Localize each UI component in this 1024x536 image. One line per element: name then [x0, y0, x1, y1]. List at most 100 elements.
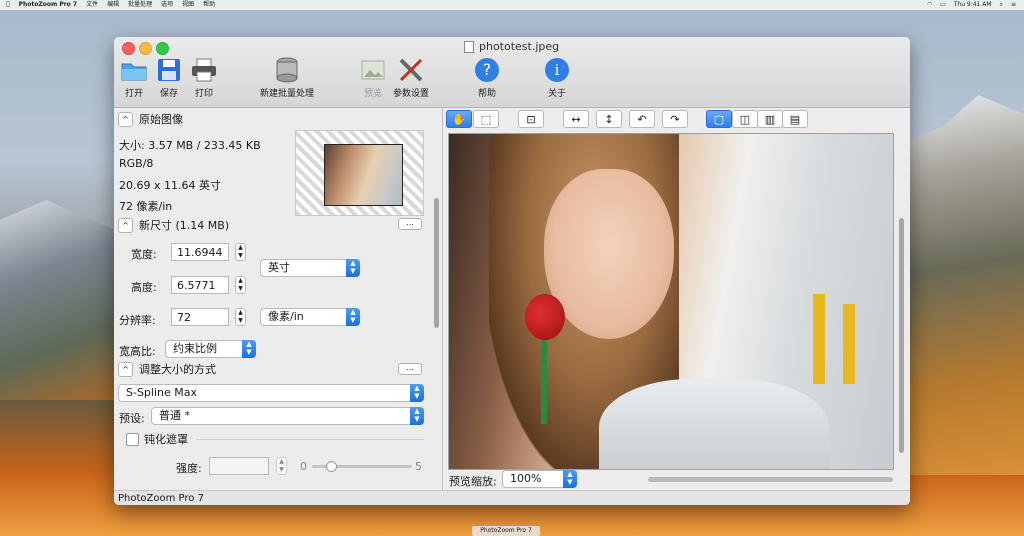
- hand-tool-button[interactable]: ✋: [446, 110, 472, 128]
- chevron-updown-icon: ▲ ▼: [410, 407, 424, 425]
- chevron-updown-icon: ▲ ▼: [410, 384, 424, 402]
- maximize-button[interactable]: [156, 42, 169, 55]
- preview-vertical-scrollbar[interactable]: [899, 218, 904, 453]
- flip-horizontal-button[interactable]: ↔: [563, 110, 589, 128]
- unsharp-mask-label: 钝化遮罩: [144, 433, 188, 446]
- svg-text:i: i: [555, 61, 560, 79]
- width-input[interactable]: 11.6944: [171, 243, 229, 261]
- original-resolution: 72 像素/in: [119, 200, 173, 213]
- strength-input[interactable]: [209, 457, 269, 475]
- resize-method-select[interactable]: S-Spline Max ▲ ▼: [118, 384, 424, 402]
- desktop-wallpaper-left: [0, 200, 115, 400]
- chevron-up-icon[interactable]: ^: [118, 111, 133, 127]
- aspect-ratio-select[interactable]: 约束比例 ▲ ▼: [165, 340, 256, 358]
- search-icon[interactable]: ⌕: [1000, 0, 1003, 10]
- aspect-ratio-label: 宽高比:: [119, 345, 156, 358]
- preview-image[interactable]: [448, 133, 894, 470]
- menu-view[interactable]: 视图: [182, 0, 194, 10]
- zoom-select[interactable]: 100% ▲ ▼: [502, 470, 577, 488]
- preset-select[interactable]: 普通 * ▲ ▼: [151, 407, 424, 425]
- single-view-button[interactable]: ▢: [706, 110, 732, 128]
- rotate-right-icon: ↷: [670, 112, 680, 126]
- top-bottom-icon: ▤: [789, 112, 801, 126]
- crop-button[interactable]: ⊡: [518, 110, 544, 128]
- select-tool-button[interactable]: ⬚: [473, 110, 499, 128]
- original-mode: RGB/8: [119, 157, 154, 170]
- new-batch-button[interactable]: 新建批量处理: [260, 57, 314, 99]
- top-bottom-button[interactable]: ▤: [782, 110, 808, 128]
- minimize-button[interactable]: [139, 42, 152, 55]
- original-size: 大小: 3.57 MB / 233.45 KB: [119, 139, 261, 152]
- flip-vertical-button[interactable]: ↕: [596, 110, 622, 128]
- menu-list-icon[interactable]: ≡: [1011, 0, 1016, 10]
- window-title-text: phototest.jpeg: [479, 40, 560, 53]
- thumbnail-image[interactable]: [324, 144, 403, 206]
- close-button[interactable]: [122, 42, 135, 55]
- open-label: 打开: [124, 89, 143, 99]
- resize-method-section[interactable]: ^ 调整大小的方式: [118, 361, 216, 377]
- width-label: 宽度:: [131, 248, 157, 261]
- rotate-left-button[interactable]: ↶: [629, 110, 655, 128]
- original-image-section[interactable]: ^ 原始图像: [118, 111, 183, 127]
- more-button[interactable]: ...: [398, 363, 422, 375]
- height-input[interactable]: 6.5771: [171, 276, 229, 294]
- height-stepper[interactable]: ▲ ▼: [235, 276, 246, 294]
- width-stepper[interactable]: ▲ ▼: [235, 243, 246, 261]
- preview-panel: ✋ ⬚ ⊡ ↔ ↕ ↶ ↷ ▢ ◫ ▥ ▤ 预览缩放: 100% ▲ ▼: [443, 108, 910, 490]
- new-size-header: 新尺寸 (1.14 MB): [139, 219, 230, 232]
- menu-edit[interactable]: 编辑: [107, 0, 119, 10]
- preview-label: 预览: [363, 89, 382, 99]
- question-icon: ?: [473, 57, 501, 83]
- help-label: 帮助: [477, 89, 496, 99]
- slider-max-label: 5: [415, 460, 422, 473]
- menu-app-name[interactable]: PhotoZoom Pro 7: [19, 0, 77, 10]
- crop-icon: ⊡: [526, 112, 536, 126]
- status-bar: PhotoZoom Pro 7: [114, 490, 910, 505]
- chevron-updown-icon: ▲ ▼: [346, 308, 360, 326]
- menu-batch[interactable]: 批量处理: [128, 0, 152, 10]
- app-window: phototest.jpeg 打开 保存 打印 新建批量处理 预览 参数设置 ?…: [114, 37, 910, 505]
- resolution-unit-select[interactable]: 像素/in ▲ ▼: [260, 308, 360, 326]
- original-image-header: 原始图像: [139, 113, 183, 126]
- resolution-input[interactable]: 72: [171, 308, 229, 326]
- size-unit-select[interactable]: 英寸 ▲ ▼: [260, 259, 360, 277]
- strength-stepper[interactable]: ▲ ▼: [276, 457, 287, 475]
- split-view-button[interactable]: ◫: [732, 110, 758, 128]
- settings-button[interactable]: 参数设置: [393, 57, 429, 99]
- side-by-side-button[interactable]: ▥: [757, 110, 783, 128]
- preview-image-icon: [359, 57, 387, 83]
- zoom-label: 预览缩放:: [449, 475, 497, 488]
- resolution-label: 分辨率:: [119, 314, 156, 327]
- print-label: 打印: [194, 89, 213, 99]
- title-bar: phototest.jpeg 打开 保存 打印 新建批量处理 预览 参数设置 ?…: [114, 37, 910, 108]
- unsharp-mask-checkbox[interactable]: [126, 433, 139, 446]
- preset-label: 预设:: [119, 412, 145, 425]
- menu-file[interactable]: 文件: [86, 0, 98, 10]
- menu-help[interactable]: 帮助: [203, 0, 215, 10]
- preview-button[interactable]: 预览: [359, 57, 387, 99]
- help-button[interactable]: ? 帮助: [473, 57, 501, 99]
- info-icon: i: [543, 57, 571, 83]
- more-button[interactable]: ...: [398, 218, 422, 230]
- strength-slider-thumb[interactable]: [326, 461, 337, 472]
- print-button[interactable]: 打印: [190, 57, 218, 99]
- height-label: 高度:: [131, 281, 157, 294]
- settings-label: 参数设置: [393, 89, 430, 99]
- save-button[interactable]: 保存: [155, 57, 183, 99]
- resolution-stepper[interactable]: ▲ ▼: [235, 308, 246, 326]
- open-button[interactable]: 打开: [120, 57, 148, 99]
- preview-horizontal-scrollbar[interactable]: [648, 477, 893, 482]
- about-button[interactable]: i 关于: [543, 57, 571, 99]
- chevron-up-icon[interactable]: ^: [118, 217, 133, 233]
- new-size-section[interactable]: ^ 新尺寸 (1.14 MB): [118, 217, 229, 233]
- clock[interactable]: Thu 9:41 AM: [954, 0, 992, 10]
- wifi-icon[interactable]: ◠: [927, 0, 932, 10]
- navigator-thumbnail[interactable]: [295, 130, 424, 216]
- menu-options[interactable]: 选项: [161, 0, 173, 10]
- battery-icon[interactable]: ▭: [940, 0, 946, 10]
- chevron-up-icon[interactable]: ^: [118, 361, 133, 377]
- arrow-vertical-icon: ↕: [604, 112, 614, 126]
- apple-icon[interactable]: : [6, 0, 10, 10]
- left-panel-scrollbar[interactable]: [434, 198, 439, 328]
- rotate-right-button[interactable]: ↷: [662, 110, 688, 128]
